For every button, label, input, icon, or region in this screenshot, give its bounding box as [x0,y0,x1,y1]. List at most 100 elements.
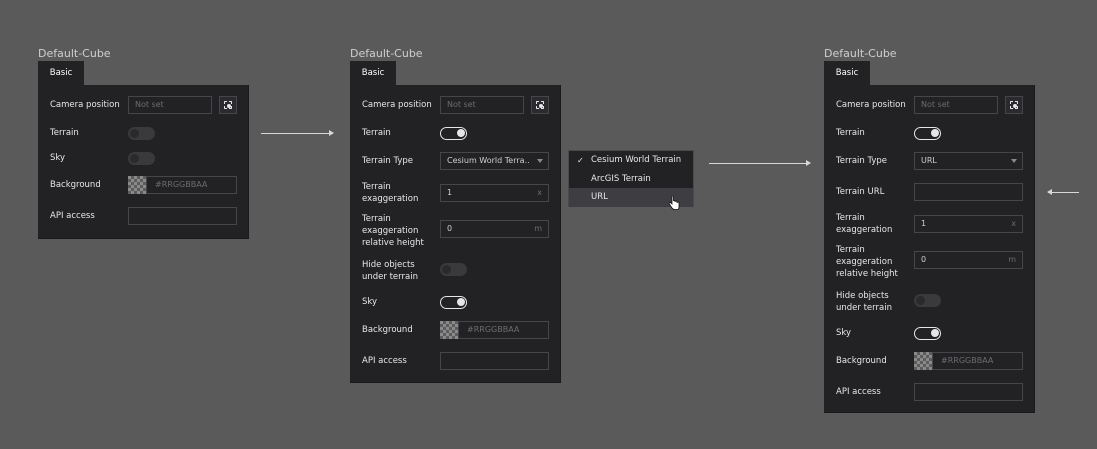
background-label: Background [50,180,101,190]
camera-position-field[interactable]: Not set [440,96,524,114]
unit-suffix: m [534,224,542,233]
dropdown-option-cesium[interactable]: ✓ Cesium World Terrain [569,151,693,170]
terrain-exaggeration-field[interactable]: 1 x [914,215,1023,233]
hide-objects-label: Hide objects under terrain [836,290,892,314]
terrain-type-select[interactable]: Cesium World Terra.. [440,152,549,170]
sky-label: Sky [836,328,852,338]
check-icon: ✓ [577,156,584,165]
api-access-field[interactable] [440,352,549,370]
hide-objects-toggle[interactable] [914,294,941,307]
background-color-field[interactable]: #RRGGBBAA [458,321,549,339]
camera-position-field[interactable]: Not set [128,96,212,114]
color-swatch[interactable] [128,176,146,194]
api-access-row: API access [50,207,237,225]
terrain-label: Terrain [362,128,391,138]
terrain-toggle[interactable] [128,127,155,140]
tab-basic[interactable]: Basic [350,61,396,85]
terrain-type-select[interactable]: URL [914,152,1023,170]
sky-label: Sky [50,153,66,163]
label-line: Terrain [362,182,391,192]
terrain-toggle[interactable] [914,127,941,140]
sky-label: Sky [362,297,378,307]
tab-basic[interactable]: Basic [38,61,84,85]
label-line: under terrain [836,303,892,313]
flow-arrow [261,130,334,136]
terrain-url-label: Terrain URL [836,187,885,197]
api-access-label: API access [50,211,95,221]
panel-middle: Default-Cube Basic Camera position Not s… [350,47,562,387]
sky-toggle[interactable] [128,152,155,165]
api-access-field[interactable] [914,383,1023,401]
label-line: under terrain [362,272,418,282]
sky-toggle[interactable] [440,296,467,309]
terrain-url-field[interactable] [914,183,1023,201]
terrain-exaggeration-row: Terrain exaggeration 1 x [836,212,1023,236]
label-line: relative height [362,238,424,248]
terrain-type-value: URL [921,156,937,165]
unit-suffix: m [1008,255,1016,264]
background-row: Background #RRGGBBAA [50,176,237,194]
sky-row: Sky [836,327,1023,340]
panel-title: Default-Cube [350,47,423,60]
capture-camera-icon[interactable] [1005,96,1023,114]
terrain-toggle[interactable] [440,127,467,140]
label-line: relative height [836,269,898,279]
flow-arrow [1047,189,1079,195]
capture-camera-icon[interactable] [219,96,237,114]
caret-down-icon [1011,159,1017,163]
terrain-row: Terrain [362,127,549,140]
terrain-relative-height-label: Terrain exaggeration relative height [836,244,898,280]
settings-panel: Camera position Not set Terrain Terrain … [824,85,1035,413]
camera-position-field[interactable]: Not set [914,96,998,114]
sky-row: Sky [50,152,237,165]
unit-suffix: x [1011,219,1016,228]
terrain-type-label: Terrain Type [362,156,413,166]
background-color-field[interactable]: #RRGGBBAA [146,176,237,194]
api-access-label: API access [836,387,881,397]
background-row: Background #RRGGBBAA [362,321,549,339]
field-value: 0 [921,255,927,264]
option-label: URL [591,192,608,202]
color-swatch[interactable] [440,321,458,339]
camera-position-row: Camera position Not set [836,96,1023,114]
terrain-url-row: Terrain URL [836,183,1023,201]
panel-title: Default-Cube [38,47,111,60]
field-value: 1 [447,188,453,197]
tab-basic[interactable]: Basic [824,61,870,85]
camera-position-row: Camera position Not set [50,96,237,114]
caret-down-icon [537,159,543,163]
panel-title: Default-Cube [824,47,897,60]
terrain-row: Terrain [836,127,1023,140]
field-value: 0 [447,224,453,233]
background-label: Background [362,325,413,335]
terrain-exaggeration-field[interactable]: 1 x [440,184,549,202]
terrain-row: Terrain [50,127,237,140]
hide-objects-toggle[interactable] [440,263,467,276]
dropdown-option-arcgis[interactable]: ArcGIS Terrain [569,170,693,189]
label-line: exaggeration [836,257,893,267]
background-color-field[interactable]: #RRGGBBAA [932,352,1023,370]
option-label: ArcGIS Terrain [591,174,651,184]
hide-objects-label: Hide objects under terrain [362,259,418,283]
terrain-relative-height-label: Terrain exaggeration relative height [362,213,424,249]
capture-camera-icon[interactable] [531,96,549,114]
api-access-field[interactable] [128,207,237,225]
flow-arrow [709,160,811,166]
settings-panel: Camera position Not set Terrain Sky Back… [38,85,249,239]
sky-toggle[interactable] [914,327,941,340]
terrain-relative-height-field[interactable]: 0 m [440,220,549,238]
label-line: exaggeration [836,225,893,235]
field-value: 1 [921,219,927,228]
api-access-label: API access [362,356,407,366]
terrain-exaggeration-label: Terrain exaggeration [836,212,892,236]
terrain-relative-height-row: Terrain exaggeration relative height 0 m [362,213,549,249]
terrain-relative-height-row: Terrain exaggeration relative height 0 m [836,244,1023,280]
option-label: Cesium World Terrain [591,155,682,165]
color-swatch[interactable] [914,352,932,370]
label-line: Terrain [362,214,391,224]
label-line: Hide objects [836,291,889,301]
panel-left: Default-Cube Basic Camera position Not s… [38,47,250,242]
terrain-relative-height-field[interactable]: 0 m [914,251,1023,269]
label-line: exaggeration [362,194,419,204]
background-label: Background [836,356,887,366]
